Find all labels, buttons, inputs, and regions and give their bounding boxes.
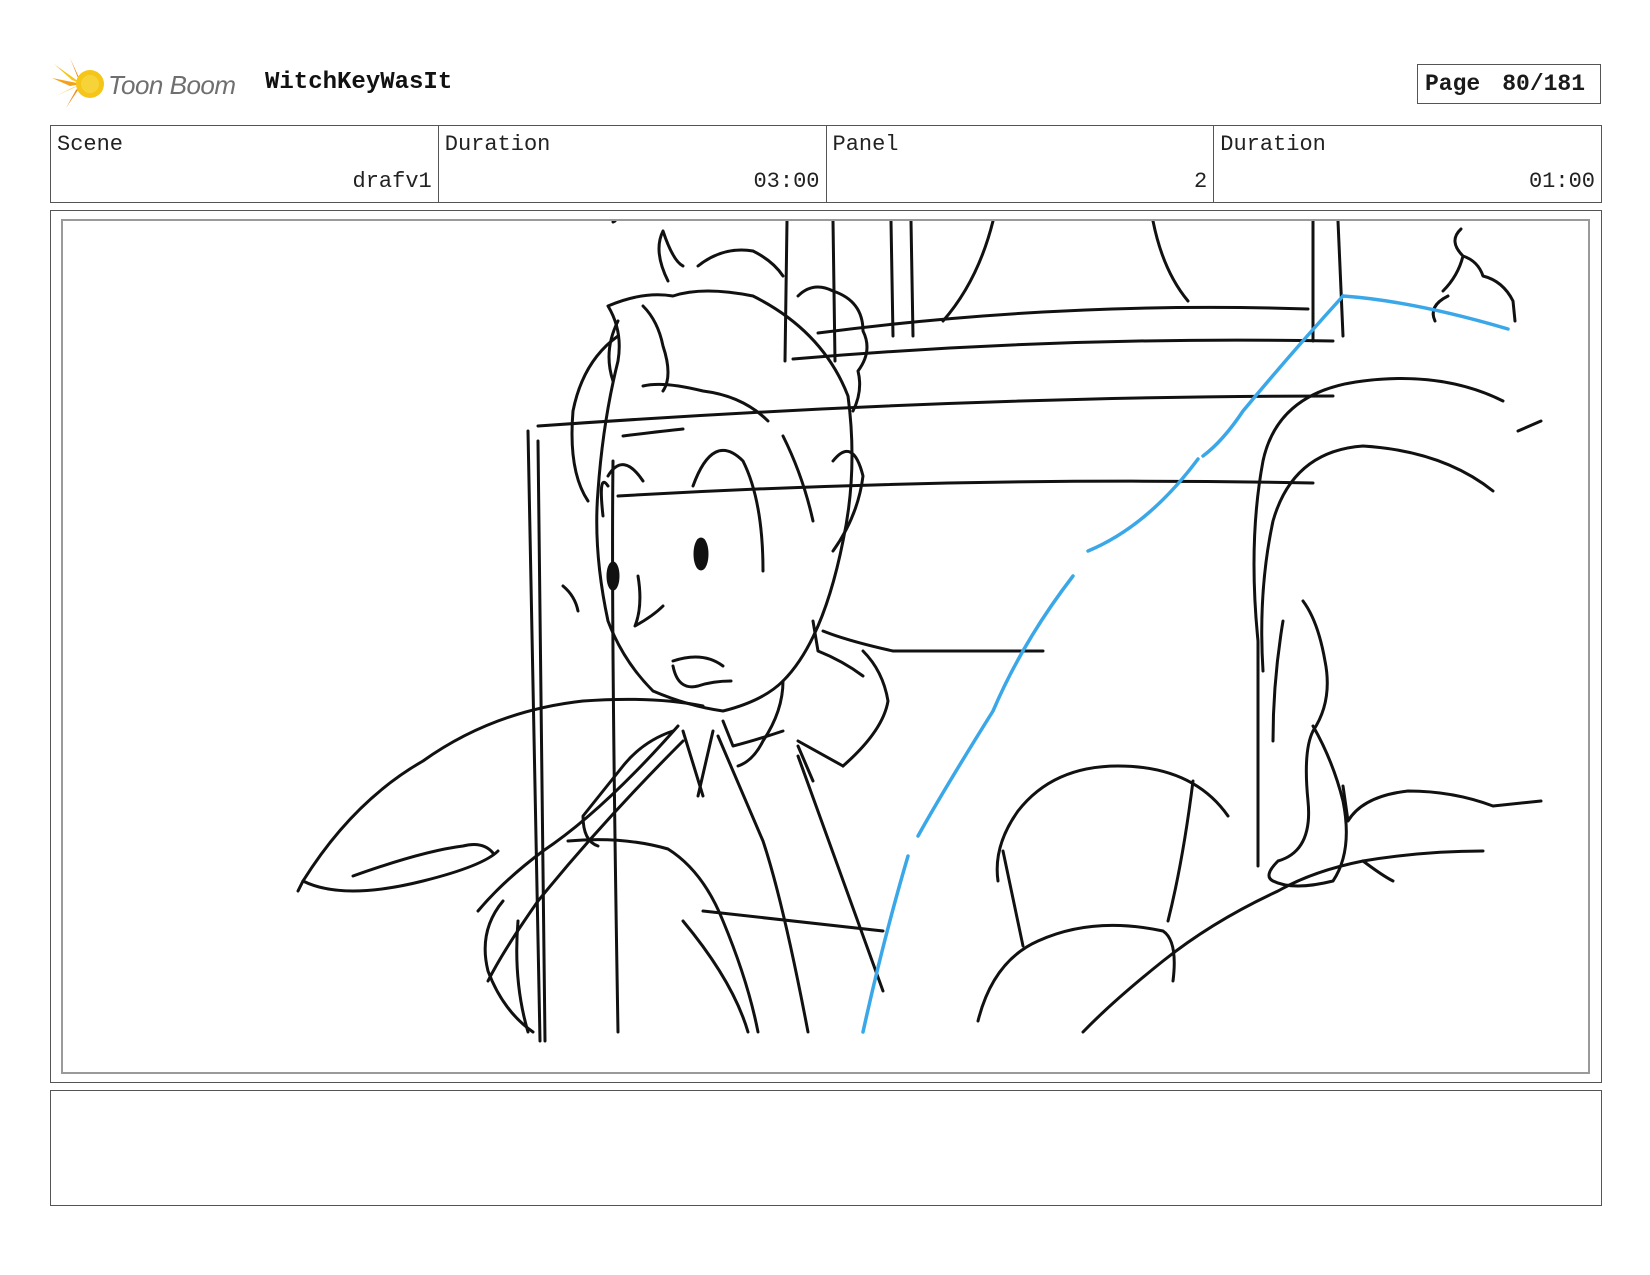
- toon-boom-logo: Toon Boom: [52, 56, 252, 112]
- scene-duration-label: Duration: [444, 132, 551, 157]
- project-title: WitchKeyWasIt: [265, 69, 453, 96]
- scene-label: Scene: [57, 132, 124, 157]
- scene-cell: Scene drafv1: [51, 126, 439, 202]
- storyboard-panel: [61, 219, 1590, 1074]
- brand-name: Toon Boom: [108, 70, 236, 100]
- scene-info-table: Scene drafv1 Duration 03:00 Panel 2 Dura…: [50, 125, 1602, 203]
- storyboard-sketch: [296, 221, 1543, 1043]
- panel-duration-label: Duration: [1220, 132, 1326, 157]
- window-post-1: [783, 221, 789, 363]
- blue-guide-lines: [861, 294, 1510, 1034]
- scene-value: drafv1: [352, 169, 432, 194]
- panel-cell: Panel 2: [827, 126, 1215, 202]
- panel-duration-value: 01:00: [1528, 169, 1595, 194]
- scene-duration-cell: Duration 03:00: [439, 126, 827, 202]
- notes-box: [50, 1090, 1602, 1206]
- panel-label: Panel: [832, 132, 899, 157]
- starburst-icon: [52, 58, 104, 108]
- sketch-lines: [296, 221, 1543, 1043]
- scene-duration-value: 03:00: [753, 169, 820, 194]
- page-indicator: Page 80/181: [1417, 64, 1601, 104]
- page-number: 80/181: [1502, 71, 1586, 97]
- panel-value: 2: [1194, 169, 1208, 194]
- page-label: Page: [1425, 71, 1481, 97]
- panel-duration-cell: Duration 01:00: [1214, 126, 1601, 202]
- page-header: Toon Boom WitchKeyWasIt Page 80/181: [50, 52, 1602, 116]
- storyboard-panel-frame: [50, 210, 1602, 1083]
